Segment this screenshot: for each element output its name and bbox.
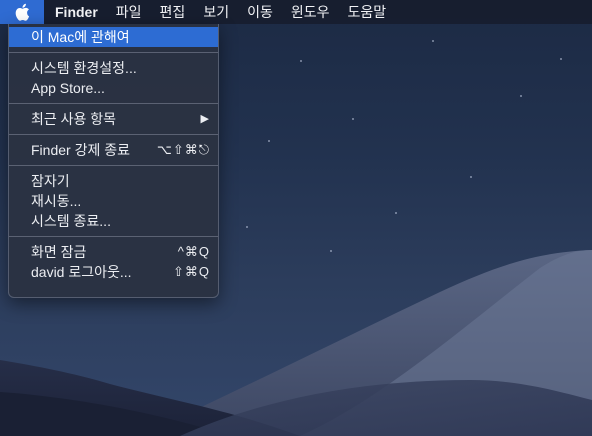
menu-separator [9, 103, 218, 104]
menu-item-recent-items[interactable]: 최근 사용 항목 ▶ [9, 109, 218, 129]
menubar-go[interactable]: 이동 [238, 0, 282, 24]
menu-item-sleep[interactable]: 잠자기 [9, 171, 218, 191]
menubar-view[interactable]: 보기 [194, 0, 238, 24]
menu-item-about-this-mac[interactable]: 이 Mac에 관해여 [9, 27, 218, 47]
menubar-edit[interactable]: 편집 [151, 0, 195, 24]
menu-item-label: 시스템 종료... [31, 213, 111, 229]
desktop: Finder 파일 편집 보기 이동 윈도우 도움말 이 Mac에 관해여 시스… [0, 0, 592, 436]
menubar-finder[interactable]: Finder [44, 0, 107, 24]
menu-item-log-out[interactable]: david 로그아웃... ⇧⌘Q [9, 262, 218, 282]
apple-menu-button[interactable] [0, 0, 44, 24]
menubar-help[interactable]: 도움말 [338, 0, 395, 24]
menu-item-label: 시스템 환경설정... [31, 60, 137, 76]
menubar-window[interactable]: 윈도우 [282, 0, 339, 24]
menu-item-restart[interactable]: 재시동... [9, 191, 218, 211]
force-quit-shortcut: ⌥⇧⌘⎋ [156, 142, 210, 157]
apple-icon [15, 3, 30, 21]
menu-separator [9, 236, 218, 237]
menu-item-lock-screen[interactable]: 화면 잠금 ^⌘Q [9, 242, 218, 262]
log-out-shortcut: ⇧⌘Q [172, 264, 210, 279]
menu-item-label: 재시동... [31, 193, 82, 209]
menu-item-label: Finder 강제 종료 [31, 142, 130, 158]
menu-item-label: 최근 사용 항목 [31, 111, 117, 127]
menu-item-app-store[interactable]: App Store... [9, 78, 218, 98]
menu-item-shut-down[interactable]: 시스템 종료... [9, 211, 218, 231]
apple-menu-dropdown: 이 Mac에 관해여 시스템 환경설정... App Store... 최근 사… [8, 24, 219, 298]
menu-item-label: 잠자기 [31, 173, 70, 189]
menu-item-label: 이 Mac에 관해여 [31, 29, 130, 45]
menubar-file[interactable]: 파일 [107, 0, 151, 24]
menu-item-force-quit[interactable]: Finder 강제 종료 ⌥⇧⌘⎋ [9, 140, 218, 160]
menu-item-label: App Store... [31, 80, 105, 96]
menu-item-label: 화면 잠금 [31, 244, 87, 260]
menu-separator [9, 52, 218, 53]
menu-item-label: david 로그아웃... [31, 264, 132, 280]
lock-screen-shortcut: ^⌘Q [177, 244, 210, 259]
menu-bar: Finder 파일 편집 보기 이동 윈도우 도움말 [0, 0, 592, 24]
menu-item-system-preferences[interactable]: 시스템 환경설정... [9, 58, 218, 78]
submenu-arrow-icon: ▶ [200, 113, 210, 125]
menu-separator [9, 165, 218, 166]
menu-separator [9, 134, 218, 135]
